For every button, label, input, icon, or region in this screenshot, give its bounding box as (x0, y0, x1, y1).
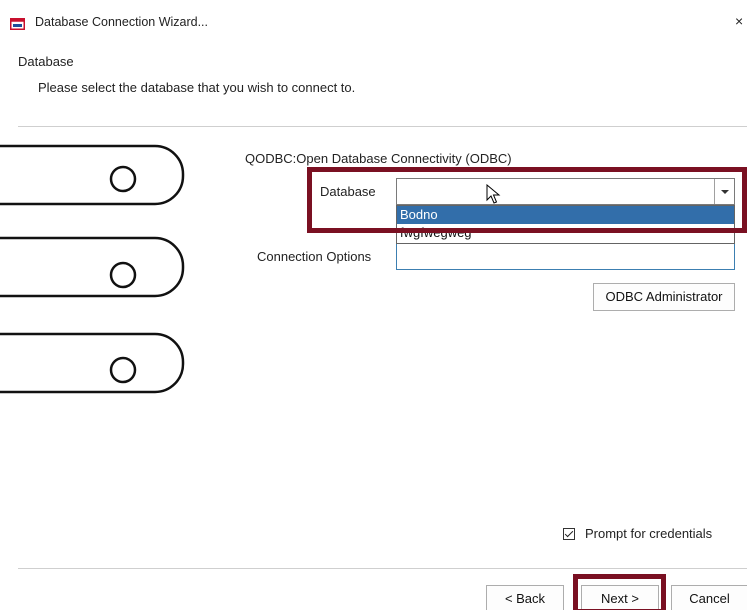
prompt-credentials-label: Prompt for credentials (585, 526, 713, 541)
window-title: Database Connection Wizard... (35, 15, 209, 29)
database-wizard-icon (10, 18, 25, 30)
database-label: Database (320, 184, 376, 199)
back-button[interactable]: < Back (486, 585, 564, 610)
database-dropdown-list: Bodno fwgfwegweg (396, 205, 735, 244)
connection-options-input[interactable] (396, 244, 735, 270)
header-divider (18, 126, 747, 127)
odbc-administrator-button[interactable]: ODBC Administrator (593, 283, 735, 311)
cancel-button[interactable]: Cancel (671, 585, 747, 610)
dropdown-option-bodno[interactable]: Bodno (397, 206, 734, 224)
chevron-down-icon[interactable] (714, 179, 734, 204)
database-stack-illustration (0, 144, 185, 394)
footer-divider (18, 568, 747, 569)
prompt-credentials-checkbox[interactable] (563, 528, 575, 540)
page-title: Database (18, 54, 74, 69)
odbc-driver-label: QODBC:Open Database Connectivity (ODBC) (245, 151, 512, 166)
page-subtitle: Please select the database that you wish… (38, 80, 356, 95)
close-button[interactable]: × (735, 13, 747, 31)
database-combobox[interactable] (396, 178, 735, 205)
dropdown-option-fwgfwegweg[interactable]: fwgfwegweg (397, 224, 734, 242)
title-bar: Database Connection Wizard... × (0, 0, 747, 40)
next-button[interactable]: Next > (581, 585, 659, 610)
mouse-pointer-icon (486, 184, 501, 204)
connection-options-label: Connection Options (257, 249, 372, 264)
